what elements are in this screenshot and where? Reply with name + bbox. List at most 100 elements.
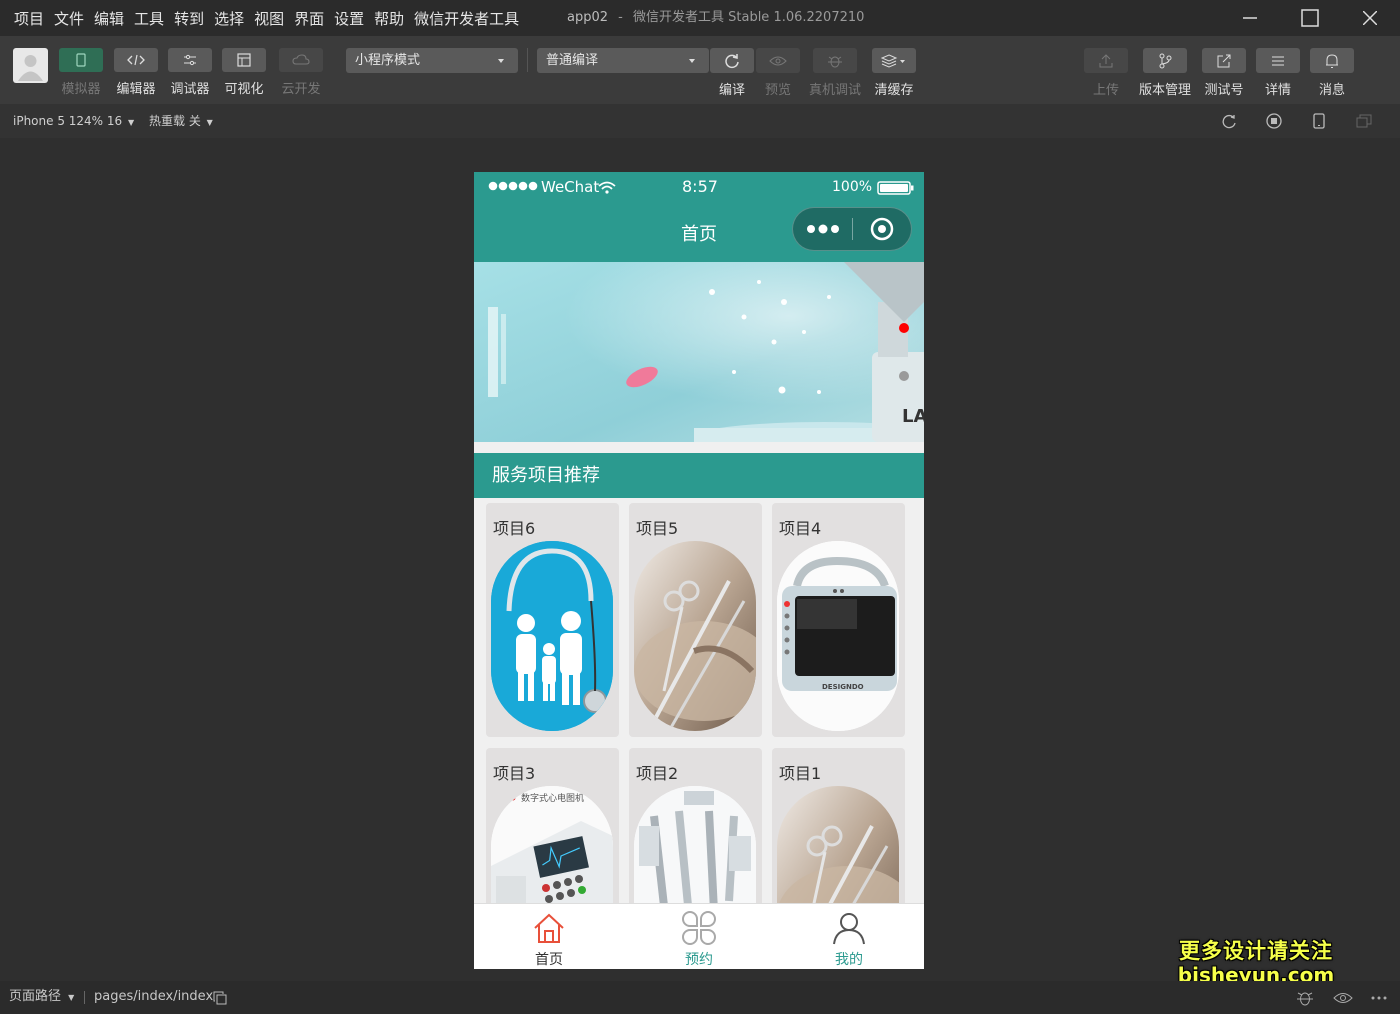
banner-indicator-active[interactable] (899, 323, 909, 333)
tab-home-label: 首页 (535, 952, 563, 968)
menu-lines-icon (1272, 56, 1284, 65)
external-link-icon (1217, 54, 1231, 67)
debug-sliders-icon (184, 54, 196, 66)
toolbar: 模拟器 编辑器 调试器 可视化 云开发 小程序模式 普通编译 编译 预览 真机调… (0, 36, 1400, 104)
debugger-label: 调试器 (170, 82, 210, 97)
device-select[interactable]: iPhone 5 124% 16 ▼ (13, 104, 134, 138)
tab-home[interactable]: 首页 (474, 904, 624, 969)
device-button[interactable] (1296, 113, 1341, 129)
tab-bar: 首页 预约 我的 (474, 903, 924, 969)
chevron-down-icon (498, 59, 504, 63)
section-title: 服务项目推荐 (474, 453, 924, 498)
minimize-button[interactable] (1220, 0, 1280, 36)
menu-item-interface[interactable]: 界面 (294, 8, 324, 29)
compile-button[interactable]: 编译 (709, 48, 755, 100)
realdebug-label: 真机调试 (809, 83, 862, 98)
phone-icon (76, 53, 86, 67)
editor-label: 编辑器 (116, 82, 156, 97)
hotreload-select-value: 热重载 关 (149, 114, 201, 128)
window-title: app02 - 微信开发者工具 Stable 1.06.2207210 (567, 0, 864, 36)
bug-icon[interactable] (1296, 989, 1314, 1007)
more-dots-icon[interactable] (1371, 996, 1387, 1000)
mode-select-value: 小程序模式 (355, 53, 421, 68)
service-card-4[interactable]: 项目4 DESIGNDO (772, 503, 905, 737)
window-app-name: app02 (567, 10, 609, 25)
service-card-5[interactable]: 项目5 (629, 503, 762, 737)
service-card-6[interactable]: 项目6 (486, 503, 619, 737)
menu-item-view[interactable]: 视图 (254, 8, 284, 29)
rotate-button[interactable] (1206, 113, 1251, 129)
ecg-machine-image: 数字式心电图机 (491, 786, 613, 903)
menu-item-project[interactable]: 项目 (14, 8, 44, 29)
banner-swiper[interactable]: LA (474, 262, 924, 442)
compile-select[interactable]: 普通编译 (537, 48, 709, 73)
layers-icon (881, 53, 905, 68)
menu-item-file[interactable]: 文件 (54, 8, 84, 29)
copy-icon[interactable] (213, 991, 227, 1005)
banner-indicator[interactable] (899, 371, 909, 381)
status-bar: WeChat 8:57 100% (474, 172, 924, 202)
details-label: 详情 (1264, 83, 1291, 98)
page-path-select[interactable]: 页面路径 ▼ (9, 981, 74, 1013)
close-button[interactable] (1340, 0, 1400, 36)
avatar-placeholder-icon (18, 55, 43, 81)
menu-item-goto[interactable]: 转到 (174, 8, 204, 29)
close-icon (1363, 11, 1377, 25)
more-button[interactable] (793, 207, 852, 251)
avatar[interactable] (13, 48, 48, 83)
simulator-subbar: iPhone 5 124% 16 ▼ 热重载 关 ▼ (0, 104, 1400, 138)
cloud-icon (292, 54, 310, 65)
mode-select[interactable]: 小程序模式 (346, 48, 518, 73)
target-close-icon (870, 217, 894, 241)
simulator-actions (1206, 104, 1386, 138)
detach-button[interactable] (1341, 114, 1386, 128)
user-icon (833, 913, 865, 945)
visual-button[interactable]: 可视化 (221, 48, 267, 100)
messages-button[interactable]: 消息 (1309, 48, 1355, 100)
tab-appointment-label: 预约 (685, 952, 713, 968)
clearcache-button[interactable]: 清缓存 (871, 48, 917, 100)
menu-item-tools[interactable]: 工具 (134, 8, 164, 29)
menu-item-settings[interactable]: 设置 (334, 8, 364, 29)
messages-label: 消息 (1318, 83, 1345, 98)
tab-mine[interactable]: 我的 (774, 904, 924, 969)
page-path-value: pages/index/index (94, 989, 214, 1004)
hotreload-select[interactable]: 热重载 关 ▼ (149, 104, 213, 138)
simulator-button[interactable]: 模拟器 (58, 48, 104, 100)
menu-item-edit[interactable]: 编辑 (94, 8, 124, 29)
menu-item-help[interactable]: 帮助 (374, 8, 404, 29)
eye-icon[interactable] (1333, 991, 1353, 1005)
phone-simulator: WeChat 8:57 100% 首页 LA 服务项目推荐 项目6 项目5 项目… (474, 172, 924, 969)
menu-item-select[interactable]: 选择 (214, 8, 244, 29)
testid-button[interactable]: 测试号 (1201, 48, 1247, 100)
grid-flower-icon (682, 911, 716, 945)
maximize-button[interactable] (1280, 0, 1340, 36)
upload-button[interactable]: 上传 (1083, 48, 1129, 100)
preview-label: 预览 (764, 83, 791, 98)
chevron-down-icon: ▼ (68, 993, 75, 1002)
eye-icon (769, 55, 787, 66)
cloud-button[interactable]: 云开发 (278, 48, 324, 100)
surgical-robot-image (634, 786, 756, 903)
debugger-button[interactable]: 调试器 (167, 48, 213, 100)
preview-button[interactable]: 预览 (755, 48, 801, 100)
tab-mine-label: 我的 (835, 952, 863, 968)
surgical-tools-image (634, 541, 756, 731)
chevron-down-icon: ▼ (128, 118, 135, 127)
realdebug-button[interactable]: 真机调试 (809, 48, 862, 100)
family-medical-image (491, 541, 613, 731)
chevron-down-icon: ▼ (206, 118, 213, 127)
version-button[interactable]: 版本管理 (1139, 48, 1191, 100)
editor-button[interactable]: 编辑器 (113, 48, 159, 100)
banner-image: LA (474, 262, 924, 442)
record-button[interactable] (1251, 113, 1296, 129)
close-miniprogram-button[interactable] (853, 207, 911, 251)
service-card-3[interactable]: 项目3 数字式心电图机 (486, 748, 619, 903)
service-card-title: 项目6 (493, 519, 536, 538)
tab-appointment[interactable]: 预约 (624, 904, 774, 969)
menu-item-devtools[interactable]: 微信开发者工具 (414, 8, 519, 29)
details-button[interactable]: 详情 (1255, 48, 1301, 100)
service-card-2[interactable]: 项目2 (629, 748, 762, 903)
mobile-icon (1312, 113, 1325, 129)
service-card-1[interactable]: 项目1 (772, 748, 905, 903)
